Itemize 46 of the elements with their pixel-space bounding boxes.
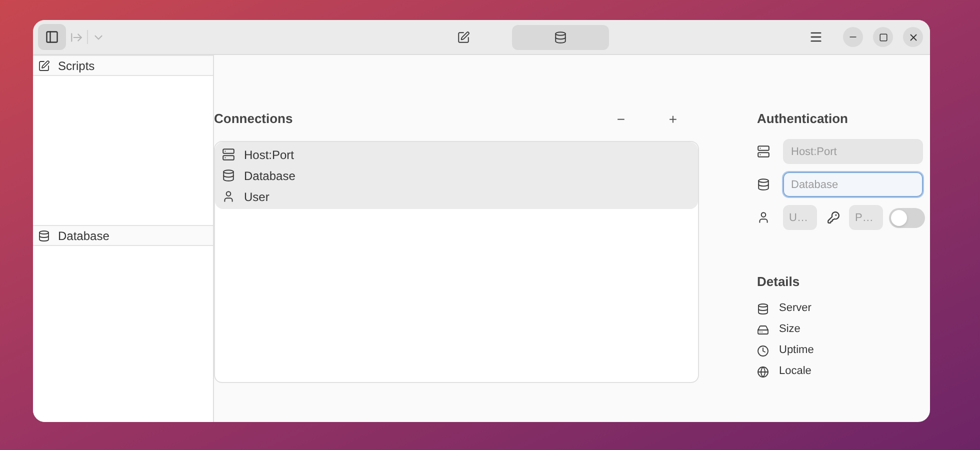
- user-icon: [222, 190, 235, 203]
- connection-label: Host:Port: [244, 146, 294, 164]
- section-title: Details: [757, 273, 800, 292]
- sidebar-toggle-button[interactable]: [38, 24, 66, 50]
- connection-row[interactable]: Database: [215, 165, 698, 186]
- section-title: Authentication: [757, 110, 848, 128]
- text-field[interactable]: Database: [783, 172, 923, 197]
- sidebar-section-header[interactable]: Database: [33, 225, 213, 246]
- database-icon: [222, 169, 235, 182]
- password-field[interactable]: P…: [849, 205, 883, 230]
- user-field[interactable]: U…: [783, 205, 817, 230]
- section-label: Scripts: [58, 58, 95, 74]
- detail-label: Uptime: [779, 343, 814, 358]
- server-icon: [222, 148, 235, 161]
- edit-icon: [457, 30, 470, 44]
- toggle-switch[interactable]: [889, 208, 925, 228]
- globe-icon: [757, 366, 769, 378]
- sidebar-section-header[interactable]: Scripts: [33, 55, 213, 76]
- detail-label: Locale: [779, 364, 812, 380]
- connection-label: Database: [244, 168, 296, 184]
- detail-label: Server: [779, 301, 812, 316]
- view-tab[interactable]: [512, 24, 609, 50]
- connection-row[interactable]: Host:Port: [215, 144, 698, 165]
- database-icon: [554, 30, 567, 44]
- text-field[interactable]: Host:Port: [783, 139, 923, 164]
- add-button[interactable]: +: [661, 108, 685, 130]
- key-icon: [827, 211, 840, 224]
- connection-label: User: [244, 188, 270, 206]
- maximize-button[interactable]: [873, 27, 893, 47]
- database-icon: [757, 302, 769, 314]
- maximize-icon: [878, 32, 888, 42]
- detail-label: Size: [779, 322, 800, 338]
- remove-button[interactable]: −: [609, 108, 633, 130]
- connection-row[interactable]: User: [215, 186, 698, 207]
- user-icon: [757, 211, 770, 224]
- database-icon: [757, 178, 770, 191]
- server-icon: [757, 145, 770, 158]
- database-icon: [38, 230, 50, 242]
- sidebar-icon: [45, 30, 59, 44]
- section-title: Connections: [214, 110, 293, 128]
- section-label: Database: [58, 228, 110, 244]
- close-icon: [908, 32, 918, 42]
- close-button[interactable]: [903, 27, 923, 47]
- menu-icon[interactable]: [809, 30, 823, 44]
- edit-icon: [38, 60, 50, 72]
- clock-icon: [757, 344, 769, 356]
